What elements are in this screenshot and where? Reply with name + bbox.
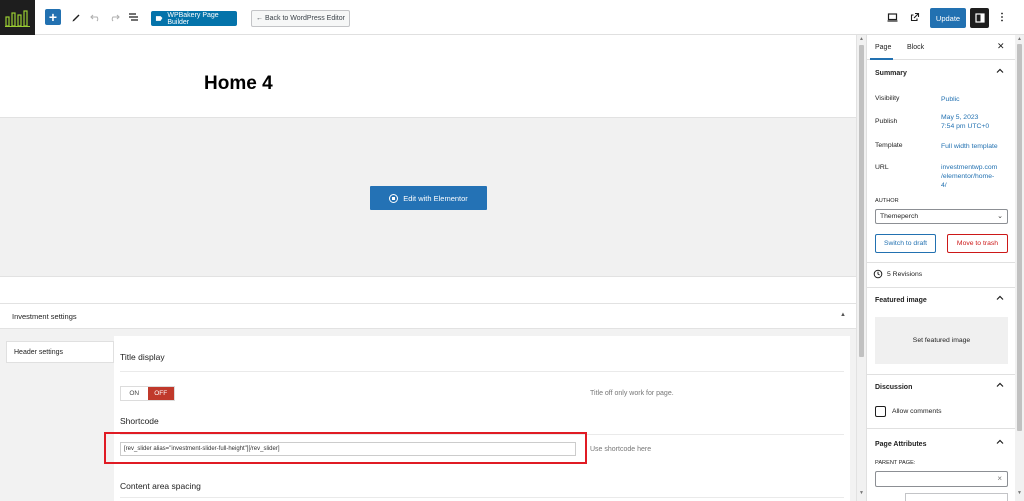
scrollbar-thumb[interactable] <box>1017 44 1022 431</box>
back-to-wordpress-editor-button[interactable]: ← Back to WordPress Editor <box>251 10 350 27</box>
active-tab-indicator <box>870 58 893 60</box>
wpbakery-label: WPBakery Page Builder <box>167 11 219 26</box>
divider <box>867 374 1015 375</box>
url-link[interactable]: investmentwp.com /elementor/home- 4/ <box>941 163 997 190</box>
publish-time: 7:54 pm UTC+0 <box>941 123 990 130</box>
set-featured-image-button[interactable]: Set featured image <box>875 317 1008 364</box>
shortcode-heading: Shortcode <box>120 416 159 426</box>
scroll-up-icon[interactable]: ▲ <box>859 36 864 42</box>
undo-icon[interactable] <box>88 10 102 24</box>
publish-date: May 5, 2023 <box>941 114 979 121</box>
chevron-up-icon <box>996 439 1004 444</box>
revisions-link[interactable]: 5 Revisions <box>873 269 922 279</box>
revisions-label: 5 Revisions <box>887 270 923 278</box>
featured-image-panel-toggle[interactable]: Featured image <box>867 291 1015 309</box>
divider <box>120 497 844 498</box>
chevron-up-icon <box>996 68 1004 73</box>
scroll-up-icon[interactable]: ▲ <box>1017 36 1022 42</box>
chevron-up-icon <box>996 295 1004 300</box>
visibility-label: Visibility <box>875 95 900 102</box>
order-field[interactable] <box>905 493 1008 501</box>
summary-heading: Summary <box>875 69 907 77</box>
visibility-value[interactable]: Public <box>941 95 960 104</box>
summary-panel-toggle[interactable]: Summary <box>867 64 1015 82</box>
divider <box>867 262 1015 263</box>
pencil-tool-icon[interactable] <box>69 10 83 24</box>
toggle-off[interactable]: OFF <box>147 387 174 400</box>
collapse-arrow-icon[interactable]: ▲ <box>840 312 846 318</box>
scroll-down-icon[interactable]: ▼ <box>1017 490 1022 496</box>
scroll-down-icon[interactable]: ▼ <box>859 490 864 496</box>
elementor-button-label: Edit with Elementor <box>403 193 468 203</box>
metabox-header[interactable]: Investment settings ▲ <box>0 304 856 329</box>
metabox-content: Title display ON OFF Title off only work… <box>114 336 850 501</box>
site-logo-icon[interactable] <box>0 0 35 35</box>
parent-page-label: PARENT PAGE: <box>875 460 916 466</box>
divider <box>867 428 1015 429</box>
desktop-preview-icon[interactable] <box>885 10 899 24</box>
metabox-title: Investment settings <box>12 311 77 321</box>
metabox-body: Header settings Title display ON OFF Tit… <box>0 329 856 501</box>
history-icon <box>873 269 883 279</box>
edit-with-elementor-button[interactable]: Edit with Elementor <box>370 186 487 210</box>
canvas-scrollbar[interactable]: ▲ ▼ <box>856 35 866 501</box>
close-icon[interactable]: ✕ <box>997 41 1005 52</box>
author-label: AUTHOR <box>875 198 899 204</box>
title-display-heading: Title display <box>120 352 165 362</box>
settings-panel-icon <box>974 13 985 23</box>
chevron-down-icon: ⌄ <box>997 213 1003 220</box>
author-value: Themeperch <box>880 213 919 220</box>
allow-comments-checkbox[interactable] <box>875 406 886 417</box>
url-line-2: /elementor/home- <box>941 173 995 180</box>
external-link-icon[interactable] <box>908 10 922 24</box>
template-value[interactable]: Full width template <box>941 142 998 151</box>
shortcode-hint: Use shortcode here <box>590 446 652 453</box>
url-line-1: investmentwp.com <box>941 164 998 171</box>
clear-icon[interactable]: × <box>997 474 1002 483</box>
sidebar-scrollbar[interactable]: ▲ ▼ <box>1015 35 1024 501</box>
update-button[interactable]: Update <box>930 8 966 28</box>
title-display-hint: Title off only work for page. <box>590 390 674 397</box>
allow-comments-label[interactable]: Allow comments <box>892 408 941 415</box>
list-view-icon[interactable] <box>126 10 140 24</box>
more-options-icon[interactable] <box>995 10 1009 24</box>
url-label: URL <box>875 164 889 171</box>
switch-to-draft-button[interactable]: Switch to draft <box>875 234 936 253</box>
investment-settings-metabox: Investment settings ▲ Header settings Ti… <box>0 303 856 501</box>
tab-header-settings[interactable]: Header settings <box>6 341 114 363</box>
title-display-toggle[interactable]: ON OFF <box>120 386 175 401</box>
settings-sidebar: Page Block ✕ Summary Visibility Public P… <box>866 35 1015 501</box>
toggle-on[interactable]: ON <box>121 387 148 400</box>
elementor-icon <box>389 193 399 203</box>
add-block-button[interactable]: + <box>45 9 61 25</box>
editor-toolbar: + WPBakery Page Builder ← Back to WordPr… <box>0 0 1024 35</box>
discussion-heading: Discussion <box>875 383 913 391</box>
content-spacing-heading: Content area spacing <box>120 481 201 491</box>
sidebar-tabs: Page Block ✕ <box>867 35 1015 60</box>
publish-date-link[interactable]: May 5, 2023 7:54 pm UTC+0 <box>941 113 989 131</box>
settings-panel-toggle[interactable] <box>970 8 989 28</box>
shortcode-highlight-box <box>104 432 587 464</box>
tab-block[interactable]: Block <box>907 44 924 51</box>
scrollbar-thumb[interactable] <box>859 45 864 357</box>
url-line-3: 4/ <box>941 182 947 189</box>
wpbakery-icon <box>155 16 163 21</box>
tab-page[interactable]: Page <box>875 44 891 51</box>
divider <box>120 371 844 372</box>
redo-icon[interactable] <box>107 10 121 24</box>
template-label: Template <box>875 142 903 149</box>
discussion-panel-toggle[interactable]: Discussion <box>867 378 1015 396</box>
page-attributes-heading: Page Attributes <box>875 440 927 448</box>
move-to-trash-button[interactable]: Move to trash <box>947 234 1008 253</box>
divider <box>867 287 1015 288</box>
wpbakery-button[interactable]: WPBakery Page Builder <box>151 11 237 26</box>
featured-image-heading: Featured image <box>875 296 927 304</box>
author-select[interactable]: Themeperch ⌄ <box>875 209 1008 224</box>
parent-page-input[interactable]: × <box>875 471 1008 487</box>
chevron-up-icon <box>996 382 1004 387</box>
page-attributes-panel-toggle[interactable]: Page Attributes <box>867 435 1015 453</box>
page-title[interactable]: Home 4 <box>204 73 273 95</box>
elementor-placeholder: Edit with Elementor <box>0 117 856 277</box>
publish-label: Publish <box>875 118 898 125</box>
